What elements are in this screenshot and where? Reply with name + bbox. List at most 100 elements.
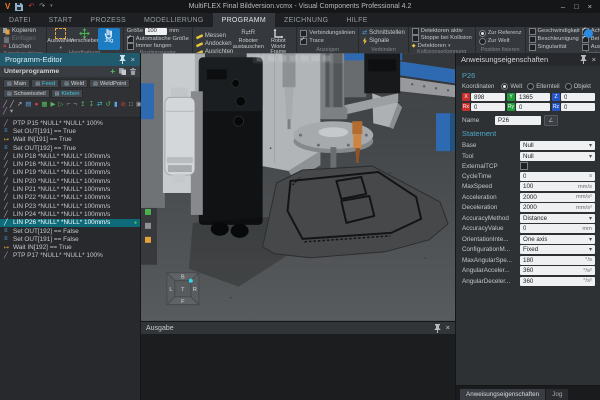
- statement-tool-icon[interactable]: ⌐: [67, 101, 71, 108]
- panel-tab[interactable]: Anweisungseigenschaften: [460, 389, 545, 400]
- statement-tool-icon[interactable]: ▮: [114, 101, 118, 108]
- limits-checkbox-row[interactable]: Beschleunigung: [529, 36, 580, 43]
- pin-icon[interactable]: [119, 55, 126, 64]
- save-icon[interactable]: [15, 3, 23, 11]
- collision-checkbox-row[interactable]: Stoppe bei Kollision: [412, 35, 472, 42]
- user-avatar[interactable]: [584, 29, 593, 38]
- add-routine-icon[interactable]: +: [110, 68, 115, 76]
- statement-tool-icon[interactable]: ¬: [73, 101, 77, 108]
- grid-checkbox-row[interactable]: Automatische Größe: [127, 36, 189, 43]
- statement-row[interactable]: ≡ Set OUT[191] == True ●: [0, 127, 140, 135]
- statement-row[interactable]: ╱ LIN P20 *NULL* *NULL* 100mm/s ●: [0, 177, 140, 185]
- routine-chip[interactable]: ▤WeldPoint: [89, 79, 130, 88]
- select-button[interactable]: Auswählen▾: [50, 28, 72, 50]
- coordinate-input[interactable]: Rz 0: [552, 103, 595, 111]
- statement-row[interactable]: ╱ LIN P18 *NULL* *NULL* 100mm/s ●: [0, 152, 140, 160]
- statement-row[interactable]: ╱ LIN P24 *NULL* *NULL* 100mm/s ●: [0, 210, 140, 218]
- coord-mode-radio[interactable]: Welt: [501, 83, 522, 90]
- property-dropdown[interactable]: One axis▾: [520, 235, 595, 244]
- statement-tool-icon[interactable]: □: [129, 101, 133, 108]
- property-field[interactable]: 0s: [520, 172, 595, 181]
- robot-world-frame-button[interactable]: Robot World Frame verschieben: [263, 28, 293, 54]
- minimize-button[interactable]: –: [561, 2, 565, 11]
- property-field[interactable]: 360°/s²: [520, 277, 595, 286]
- property-field[interactable]: 2000mm/s²: [520, 193, 595, 202]
- routine-chip[interactable]: ▤Feed: [31, 79, 59, 88]
- fix-radio-row[interactable]: Zur Referenz: [479, 30, 522, 37]
- statement-row[interactable]: ╱ LIN P16 *NULL* *NULL* 100mm/s ●: [0, 160, 140, 168]
- statement-tool-icon[interactable]: ▤: [25, 101, 31, 108]
- radio[interactable]: [501, 83, 508, 90]
- display-checkbox-row[interactable]: Trace: [300, 38, 355, 45]
- move-button[interactable]: Verschieben: [74, 28, 96, 50]
- statement-tool-icon[interactable]: ↗: [17, 101, 22, 108]
- tool-button[interactable]: Messen: [196, 33, 233, 40]
- collapse-ribbon-icon[interactable]: ^: [574, 30, 577, 37]
- property-field[interactable]: 0mm: [520, 224, 595, 233]
- ribbon-tab[interactable]: DATEI: [0, 13, 40, 27]
- ribbon-tab[interactable]: START: [40, 13, 82, 27]
- pin-icon[interactable]: [434, 324, 441, 333]
- ribbon-tab[interactable]: HILFE: [337, 13, 376, 27]
- statement-row[interactable]: ╱ PTP P15 *NULL* *NULL* 100% ●: [0, 119, 140, 127]
- name-field[interactable]: P26: [495, 116, 541, 125]
- statement-tool-icon[interactable]: ╱: [3, 108, 7, 115]
- display-checkbox-row[interactable]: Verbindungslinien: [300, 30, 355, 37]
- pin-icon[interactable]: [580, 55, 587, 64]
- viewport-3d[interactable]: B L T R F: [141, 53, 455, 321]
- ribbon-tab[interactable]: ZEICHNUNG: [275, 13, 337, 27]
- orientation-button[interactable]: ∠: [544, 115, 558, 126]
- statement-tool-icon[interactable]: ↧: [89, 101, 94, 108]
- statement-tool-icon[interactable]: ▦: [41, 101, 47, 108]
- checkbox[interactable]: [300, 38, 307, 45]
- redo-icon[interactable]: ↷: [39, 3, 45, 10]
- coordinate-input[interactable]: Z 0: [552, 93, 595, 101]
- property-dropdown[interactable]: Null▾: [520, 141, 595, 150]
- maximize-button[interactable]: □: [574, 2, 579, 11]
- property-dropdown[interactable]: Null▾: [520, 152, 595, 161]
- ribbon-tab[interactable]: PROZESS: [81, 13, 135, 27]
- checkbox[interactable]: [529, 44, 536, 51]
- statement-tool-icon[interactable]: ▶: [51, 101, 56, 108]
- radio[interactable]: [479, 38, 486, 45]
- grid-checkbox-row[interactable]: Immer fangen: [127, 43, 189, 50]
- checkbox[interactable]: [412, 28, 419, 35]
- delete-routine-icon[interactable]: [130, 68, 136, 75]
- property-field[interactable]: 2000mm/s²: [520, 203, 595, 212]
- routine-chip[interactable]: ▤Main: [3, 79, 30, 88]
- radio[interactable]: [527, 83, 534, 90]
- close-button[interactable]: ×: [588, 2, 592, 11]
- ribbon-tab[interactable]: MODELLIERUNG: [135, 13, 213, 27]
- checkbox[interactable]: [127, 43, 134, 50]
- limits-checkbox-row[interactable]: Singularität: [529, 44, 580, 51]
- coordinate-input[interactable]: Ry 0: [507, 103, 550, 111]
- statement-row[interactable]: ╱ LIN P21 *NULL* *NULL* 100mm/s ●: [0, 185, 140, 193]
- ribbon-tab[interactable]: PROGRAMM: [213, 13, 275, 27]
- statement-tool-icon[interactable]: ↺: [106, 101, 111, 108]
- property-field[interactable]: 100mm/s: [520, 182, 595, 191]
- statement-tool-icon[interactable]: ╱: [3, 101, 7, 108]
- property-dropdown[interactable]: Fixed▾: [520, 245, 595, 254]
- statement-row[interactable]: ↦ Wait IN[191] == True ●: [0, 136, 140, 144]
- undo-icon[interactable]: ↶: [28, 3, 34, 10]
- collision-checkbox-row[interactable]: Detektoren aktiv: [412, 28, 472, 35]
- coordinate-input[interactable]: Rx 0: [462, 103, 505, 111]
- statement-tool-icon[interactable]: ⇄: [97, 101, 102, 108]
- routine-chip[interactable]: ▤Weld: [60, 79, 88, 88]
- checkbox[interactable]: [529, 36, 536, 43]
- panel-tab[interactable]: Jog: [546, 389, 568, 400]
- checkbox[interactable]: [300, 30, 307, 37]
- limits-checkbox-row[interactable]: Ausgabe Meldungs-Panel: [582, 44, 600, 51]
- close-icon[interactable]: ×: [592, 56, 596, 64]
- radio[interactable]: [479, 30, 486, 37]
- statement-tool-icon[interactable]: ╱: [10, 101, 14, 108]
- property-dropdown[interactable]: Distance▾: [520, 214, 595, 223]
- output-body[interactable]: [141, 334, 455, 400]
- statement-tool-icon[interactable]: ●: [34, 101, 38, 108]
- property-field[interactable]: 360°/s²: [520, 266, 595, 275]
- statement-tool-icon[interactable]: ▷: [59, 101, 64, 108]
- routine-chip[interactable]: ▤Kleben: [51, 89, 84, 98]
- view-cube-corner-dot[interactable]: [189, 279, 193, 283]
- tool-button[interactable]: Andocken: [196, 41, 233, 48]
- coord-mode-radio[interactable]: Objekt: [565, 83, 591, 90]
